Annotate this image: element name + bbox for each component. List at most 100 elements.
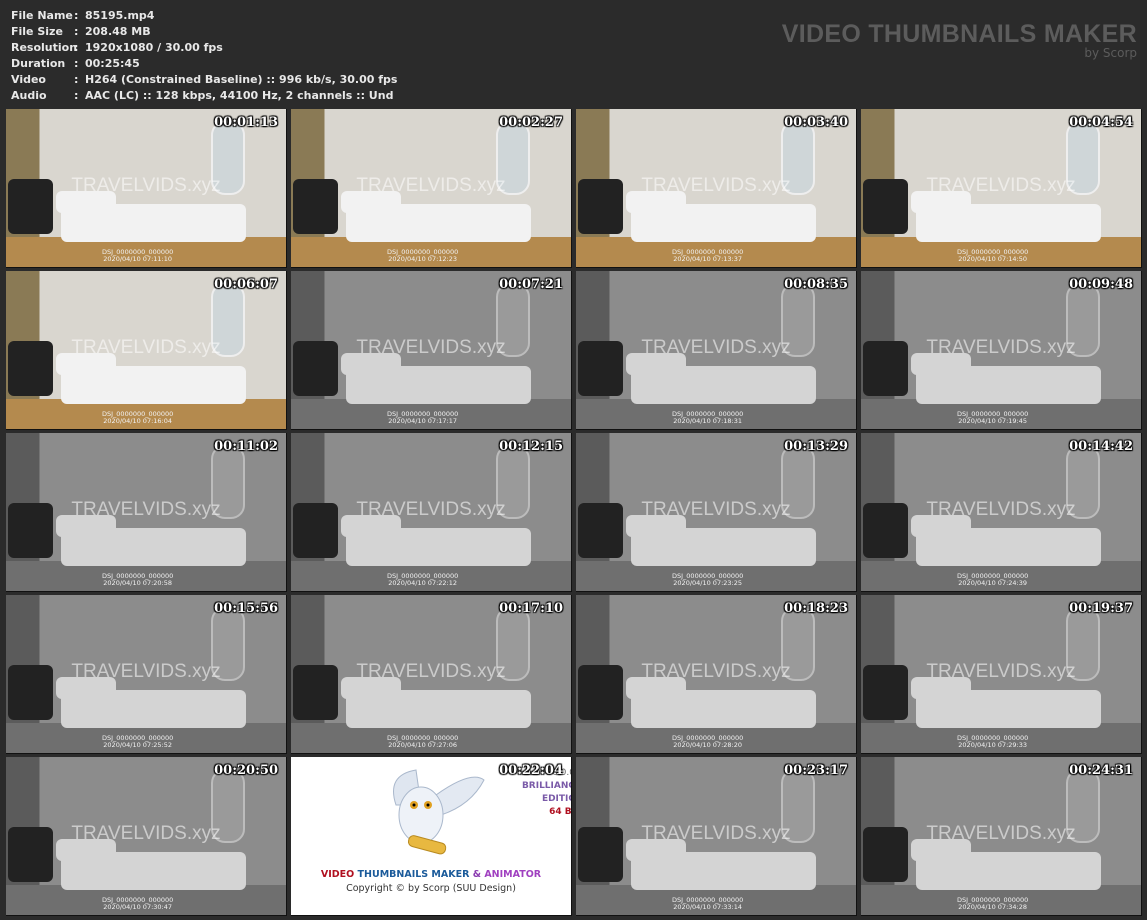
thumbnail[interactable]: TRAVELVIDS.xyz DSJ_0000000_000000 2020/04/… (861, 595, 1142, 754)
thumbnail[interactable]: TRAVELVIDS.xyz DSJ_0000000_000000 2020/04/… (861, 271, 1142, 430)
camera-overlay: DSJ_0000000_000000 2020/04/10 07:22:12 (387, 573, 458, 587)
thumbnail[interactable]: TRAVELVIDS.xyz DSJ_0000000_000000 2020/04/… (576, 109, 857, 268)
scene-bed (916, 690, 1101, 728)
info-label: File Name (11, 9, 73, 22)
camera-datetime: 2020/04/10 07:16:04 (103, 417, 173, 425)
watermark: TRAVELVIDS.xyz (71, 823, 221, 844)
camera-overlay: DSJ_0000000_000000 2020/04/10 07:16:04 (102, 411, 173, 425)
info-separator: : (74, 73, 79, 86)
logo-title-part: ANIMATOR (484, 869, 542, 880)
scene-bed (61, 690, 246, 728)
thumbnail[interactable]: TRAVELVIDS.xyz DSJ_0000000_000000 2020/04/… (291, 109, 572, 268)
watermark: TRAVELVIDS.xyz (926, 823, 1076, 844)
info-separator: : (74, 57, 79, 70)
camera-datetime: 2020/04/10 07:13:37 (673, 255, 743, 263)
info-value: 85195.mp4 (85, 9, 155, 22)
timestamp: 00:20:50 (214, 763, 278, 778)
watermark: TRAVELVIDS.xyz (71, 337, 221, 358)
info-label: Resolution (11, 41, 78, 54)
camera-datetime: 2020/04/10 07:11:10 (103, 255, 173, 263)
timestamp: 00:22:04 (499, 763, 563, 778)
info-separator: : (74, 9, 79, 22)
timestamp: 00:17:10 (499, 601, 563, 616)
camera-datetime: 2020/04/10 07:23:25 (673, 579, 743, 587)
brand-title: VIDEO THUMBNAILS MAKER (781, 20, 1137, 48)
camera-datetime: 2020/04/10 07:34:28 (958, 903, 1028, 911)
file-info-panel: File Name:85195.mp4 File Size:208.48 MB Re… (11, 8, 397, 104)
watermark: TRAVELVIDS.xyz (71, 661, 221, 682)
camera-overlay: DSJ_0000000_000000 2020/04/10 07:12:23 (387, 249, 458, 263)
timestamp: 00:06:07 (214, 277, 278, 292)
thumbnail[interactable]: TRAVELVIDS.xyz DSJ_0000000_000000 2020/04/… (291, 595, 572, 754)
thumbnail[interactable]: TRAVELVIDS.xyz DSJ_0000000_000000 2020/04/… (291, 433, 572, 592)
watermark: TRAVELVIDS.xyz (926, 661, 1076, 682)
timestamp: 00:03:40 (784, 115, 848, 130)
camera-overlay: DSJ_0000000_000000 2020/04/10 07:27:06 (387, 735, 458, 749)
timestamp: 00:23:17 (784, 763, 848, 778)
scene-bed (346, 204, 531, 242)
scene-bed (61, 366, 246, 404)
scene-bed (631, 528, 816, 566)
camera-overlay: DSJ_0000000_000000 2020/04/10 07:34:28 (957, 897, 1028, 911)
thumbnail[interactable]: TRAVELVIDS.xyz DSJ_0000000_000000 2020/04/… (576, 433, 857, 592)
timestamp: 00:02:27 (499, 115, 563, 130)
camera-overlay: DSJ_0000000_000000 2020/04/10 07:17:17 (387, 411, 458, 425)
thumbnail[interactable]: TRAVELVIDS.xyz DSJ_0000000_000000 2020/04/… (291, 271, 572, 430)
scene-bed (631, 690, 816, 728)
watermark: TRAVELVIDS.xyz (641, 661, 791, 682)
camera-datetime: 2020/04/10 07:22:12 (388, 579, 458, 587)
scene-bed (916, 852, 1101, 890)
watermark: TRAVELVIDS.xyz (641, 499, 791, 520)
watermark: TRAVELVIDS.xyz (356, 661, 506, 682)
watermark: TRAVELVIDS.xyz (71, 175, 221, 196)
timestamp: 00:19:37 (1069, 601, 1133, 616)
info-value: 208.48 MB (85, 25, 151, 38)
owl-mascot-icon (393, 769, 485, 855)
info-label: Video (11, 73, 46, 86)
watermark: TRAVELVIDS.xyz (641, 337, 791, 358)
camera-datetime: 2020/04/10 07:18:31 (673, 417, 743, 425)
bits-label: 64 BI (549, 807, 572, 817)
thumbnail[interactable]: TRAVELVIDS.xyz DSJ_0000000_000000 2020/04/… (861, 757, 1142, 916)
thumbnail[interactable]: TRAVELVIDS.xyz DSJ_0000000_000000 2020/04/… (861, 433, 1142, 592)
camera-datetime: 2020/04/10 07:27:06 (388, 741, 458, 749)
edition-label: BRILLIANC (521, 781, 572, 791)
thumbnail[interactable]: TRAVELVIDS.xyz DSJ_0000000_000000 2020/04/… (6, 757, 287, 916)
thumbnail[interactable]: 26.0.0BRILLIANCEDITIC64 BIVIDEO THUMBNAI… (291, 757, 572, 916)
timestamp: 00:08:35 (784, 277, 848, 292)
info-row: Resolution:1920x1080 / 30.00 fps (11, 40, 397, 56)
thumbnail[interactable]: TRAVELVIDS.xyz DSJ_0000000_000000 2020/04/… (576, 271, 857, 430)
thumbnail[interactable]: TRAVELVIDS.xyz DSJ_0000000_000000 2020/04/… (576, 595, 857, 754)
scene-bed (916, 528, 1101, 566)
info-row: Video: H264 (Constrained Baseline) :: 996… (11, 72, 397, 88)
camera-datetime: 2020/04/10 07:12:23 (388, 255, 458, 263)
timestamp: 00:09:48 (1069, 277, 1133, 292)
thumbnail[interactable]: TRAVELVIDS.xyz DSJ_0000000_000000 2020/04/… (6, 271, 287, 430)
timestamp: 00:04:54 (1069, 115, 1133, 130)
watermark: TRAVELVIDS.xyz (926, 175, 1076, 196)
thumbnail[interactable]: TRAVELVIDS.xyz DSJ_0000000_000000 2020/04/… (6, 433, 287, 592)
camera-overlay: DSJ_0000000_000000 2020/04/10 07:29:33 (957, 735, 1028, 749)
thumbnail[interactable]: TRAVELVIDS.xyz DSJ_0000000_000000 2020/04/… (6, 109, 287, 268)
timestamp: 00:24:31 (1069, 763, 1133, 778)
camera-overlay: DSJ_0000000_000000 2020/04/10 07:28:20 (672, 735, 743, 749)
thumbnail[interactable]: TRAVELVIDS.xyz DSJ_0000000_000000 2020/04/… (576, 757, 857, 916)
info-value: AAC (LC) :: 128 kbps, 44100 Hz, 2 channe… (85, 89, 394, 102)
copyright-text: Copyright © by Scorp (SUU Design) (346, 883, 516, 894)
camera-overlay: DSJ_0000000_000000 2020/04/10 07:13:37 (672, 249, 743, 263)
edition-label: EDITIC (541, 794, 572, 804)
thumbnail[interactable]: TRAVELVIDS.xyz DSJ_0000000_000000 2020/04/… (6, 595, 287, 754)
watermark: TRAVELVIDS.xyz (641, 175, 791, 196)
scene-bed (346, 690, 531, 728)
logo-title-part: VIDEO (320, 869, 358, 880)
camera-datetime: 2020/04/10 07:33:14 (673, 903, 743, 911)
timestamp: 00:14:42 (1069, 439, 1133, 454)
logo-title: VIDEO THUMBNAILS MAKER & ANIMATOR (291, 869, 571, 880)
scene-bed (61, 528, 246, 566)
info-separator: : (74, 41, 79, 54)
info-separator: : (74, 89, 79, 102)
info-row: Audio: AAC (LC) :: 128 kbps, 44100 Hz, 2 … (11, 88, 397, 104)
camera-datetime: 2020/04/10 07:20:58 (103, 579, 173, 587)
info-label: Duration (11, 57, 66, 70)
thumbnail[interactable]: TRAVELVIDS.xyz DSJ_0000000_000000 2020/04/… (861, 109, 1142, 268)
